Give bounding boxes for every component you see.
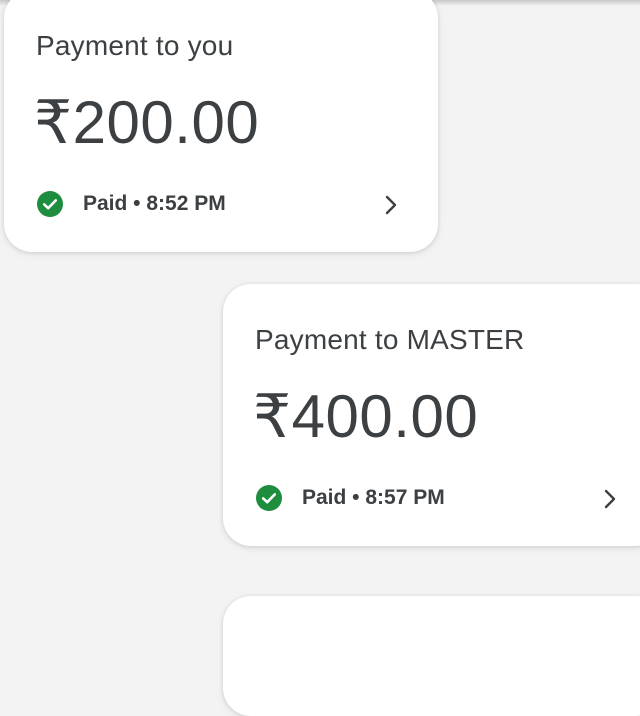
transaction-status-text: Paid • 8:57 PM — [302, 486, 445, 509]
transaction-card-3-partial[interactable] — [223, 596, 640, 716]
check-circle-icon — [37, 191, 63, 217]
check-circle-icon — [256, 485, 282, 511]
chevron-right-icon[interactable] — [382, 193, 400, 217]
transaction-amount: ₹200.00 — [34, 89, 260, 156]
transaction-amount: ₹400.00 — [253, 383, 479, 450]
transaction-status-text: Paid • 8:52 PM — [83, 192, 226, 215]
transaction-card-2[interactable]: Payment to MASTER ₹400.00 Paid • 8:57 PM — [223, 284, 640, 546]
transaction-status-row: Paid • 8:52 PM — [37, 189, 226, 219]
transaction-title: Payment to you — [36, 30, 234, 61]
transaction-status-row: Paid • 8:57 PM — [256, 483, 445, 513]
transaction-card-1[interactable]: Payment to you ₹200.00 Paid • 8:52 PM — [4, 0, 438, 252]
transaction-title: Payment to MASTER — [255, 324, 525, 355]
chevron-right-icon[interactable] — [601, 487, 619, 511]
